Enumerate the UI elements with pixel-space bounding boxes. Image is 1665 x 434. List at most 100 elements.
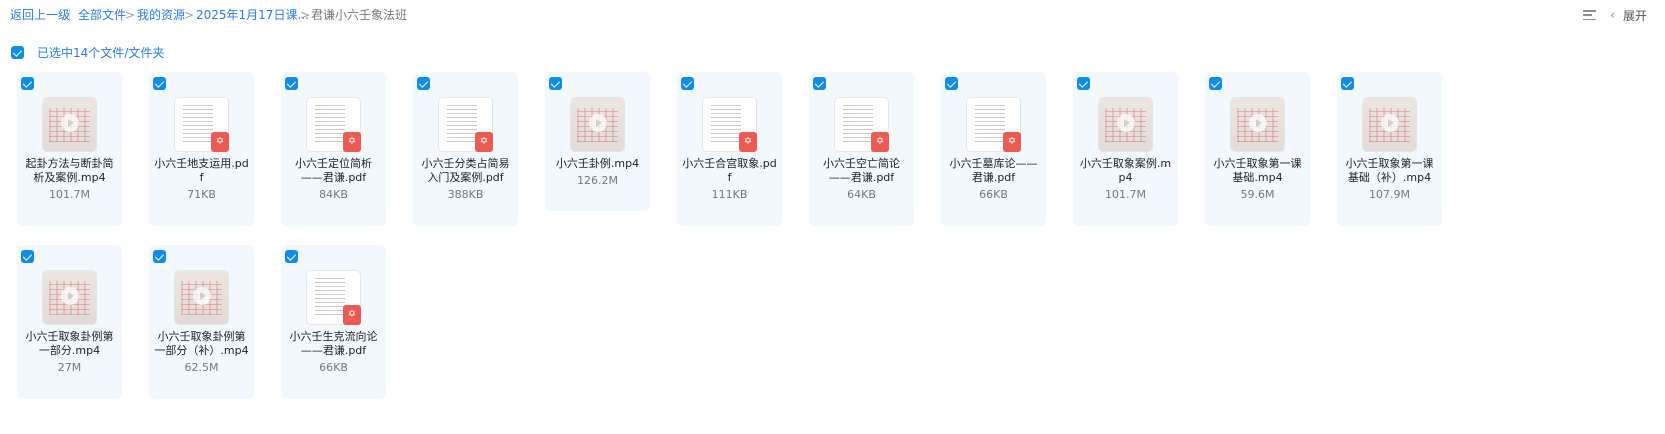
file-name: 小六壬定位简析——君谦.pdf: [295, 157, 372, 184]
file-checkbox[interactable]: [1209, 77, 1222, 90]
file-name: 小六壬空亡简论——君谦.pdf: [823, 157, 900, 184]
file-name: 小六壬取象卦例第一部分.mp4: [25, 330, 114, 357]
document-preview: [315, 278, 345, 318]
file-size: 64KB: [847, 188, 876, 201]
selection-count-label: 已选中14个文件/文件夹: [37, 46, 165, 60]
document-preview: [447, 105, 477, 145]
file-size: 59.6M: [1240, 188, 1275, 201]
file-checkbox[interactable]: [813, 77, 826, 90]
file-name: 起卦方法与断卦简析及案例.mp4: [25, 157, 114, 184]
play-icon: [61, 287, 79, 305]
file-name: 小六壬卦例.mp4: [555, 157, 640, 170]
file-size: 126.2M: [577, 174, 618, 187]
play-icon: [1117, 114, 1135, 132]
file-size: 66KB: [979, 188, 1008, 201]
file-checkbox[interactable]: [153, 77, 166, 90]
back-link[interactable]: 返回上一级: [10, 7, 70, 23]
video-thumbnail: [175, 271, 228, 324]
select-all-checkbox[interactable]: [11, 46, 24, 59]
file-size: 71KB: [187, 188, 216, 201]
play-icon: [1249, 114, 1267, 132]
file-checkbox[interactable]: [549, 77, 562, 90]
file-card[interactable]: 小六壬卦例.mp4 126.2M: [545, 72, 650, 211]
breadcrumb-bar: 返回上一级 全部文件 > 我的资源 > 2025年1月17日课... > 君谦小…: [0, 0, 1665, 30]
video-thumbnail: [43, 271, 96, 324]
chevron-left-icon[interactable]: ‹: [1610, 8, 1615, 22]
file-card[interactable]: ✡ 小六壬分类占简易入门及案例.pdf 388KB: [413, 72, 518, 226]
file-checkbox[interactable]: [945, 77, 958, 90]
play-icon: [61, 114, 79, 132]
pdf-icon: ✡: [475, 132, 493, 152]
file-card[interactable]: 小六壬取象卦例第一部分（补）.mp4 62.5M: [149, 245, 254, 399]
expand-button[interactable]: 展开: [1623, 7, 1647, 24]
divider: [69, 9, 70, 21]
document-preview: [975, 105, 1005, 145]
breadcrumb-separator: >: [125, 8, 136, 22]
pdf-icon: ✡: [1003, 132, 1021, 152]
file-card[interactable]: ✡ 小六壬定位简析——君谦.pdf 84KB: [281, 72, 386, 226]
document-preview: [711, 105, 741, 145]
file-card[interactable]: ✡ 小六壬地支运用.pdf 71KB: [149, 72, 254, 226]
file-card[interactable]: ✡ 小六壬合宫取象.pdf 111KB: [677, 72, 782, 226]
file-checkbox[interactable]: [21, 250, 34, 263]
file-size: 66KB: [319, 361, 348, 374]
file-checkbox[interactable]: [21, 77, 34, 90]
document-preview: [183, 105, 213, 145]
file-name: 小六壬取象第一课基础（补）.mp4: [1345, 157, 1434, 184]
file-name: 小六壬合宫取象.pdf: [682, 157, 777, 184]
file-checkbox[interactable]: [285, 77, 298, 90]
file-card[interactable]: 小六壬取象案例.mp4 101.7M: [1073, 72, 1178, 226]
pdf-icon: ✡: [871, 132, 889, 152]
document-preview: [843, 105, 873, 145]
pdf-icon: ✡: [739, 132, 757, 152]
file-size: 101.7M: [49, 188, 90, 201]
file-card[interactable]: ✡ 小六壬墓库论——君谦.pdf 66KB: [941, 72, 1046, 226]
file-size: 27M: [57, 361, 82, 374]
file-checkbox[interactable]: [285, 250, 298, 263]
file-card[interactable]: ✡ 小六壬空亡简论——君谦.pdf 64KB: [809, 72, 914, 226]
file-name: 小六壬分类占简易入门及案例.pdf: [421, 157, 510, 184]
pdf-icon: ✡: [343, 132, 361, 152]
select-all-row: 已选中14个文件/文件夹: [11, 44, 164, 61]
file-size: 388KB: [447, 188, 484, 201]
list-view-icon[interactable]: [1583, 10, 1597, 20]
file-card[interactable]: ✡ 小六壬生克流向论——君谦.pdf 66KB: [281, 245, 386, 399]
file-size: 101.7M: [1105, 188, 1146, 201]
file-card[interactable]: 小六壬取象第一课基础.mp4 59.6M: [1205, 72, 1310, 226]
file-name: 小六壬生克流向论——君谦.pdf: [289, 330, 378, 357]
file-size: 111KB: [711, 188, 748, 201]
pdf-icon: ✡: [343, 305, 361, 325]
breadcrumb-my-resources[interactable]: 我的资源: [137, 7, 185, 23]
file-name: 小六壬墓库论——君谦.pdf: [949, 157, 1038, 184]
file-size: 84KB: [319, 188, 348, 201]
play-icon: [1381, 114, 1399, 132]
file-size: 62.5M: [184, 361, 219, 374]
video-thumbnail: [571, 98, 624, 151]
breadcrumb-current: 君谦小六壬象法班: [311, 8, 408, 22]
document-preview: [315, 105, 345, 145]
video-thumbnail: [43, 98, 96, 151]
file-checkbox[interactable]: [153, 250, 166, 263]
file-checkbox[interactable]: [1077, 77, 1090, 90]
file-name: 小六壬取象案例.mp4: [1079, 157, 1172, 184]
file-checkbox[interactable]: [417, 77, 430, 90]
file-name: 小六壬地支运用.pdf: [154, 157, 249, 184]
breadcrumb-separator: >: [184, 8, 195, 22]
file-card[interactable]: 小六壬取象第一课基础（补）.mp4 107.9M: [1337, 72, 1442, 226]
file-card[interactable]: 小六壬取象卦例第一部分.mp4 27M: [17, 245, 122, 399]
video-thumbnail: [1099, 98, 1152, 151]
file-card[interactable]: 起卦方法与断卦简析及案例.mp4 101.7M: [17, 72, 122, 226]
file-name: 小六壬取象第一课基础.mp4: [1213, 157, 1302, 184]
file-size: 107.9M: [1369, 188, 1410, 201]
file-checkbox[interactable]: [1341, 77, 1354, 90]
breadcrumb-separator: >: [300, 8, 311, 22]
play-icon: [589, 114, 607, 132]
file-name: 小六壬取象卦例第一部分（补）.mp4: [154, 330, 249, 357]
file-checkbox[interactable]: [681, 77, 694, 90]
view-tools: ‹ 展开: [1583, 7, 1647, 23]
pdf-icon: ✡: [211, 132, 229, 152]
play-icon: [193, 287, 211, 305]
breadcrumb-course-folder[interactable]: 2025年1月17日课...: [196, 7, 309, 23]
breadcrumb-all-files[interactable]: 全部文件: [78, 7, 126, 23]
video-thumbnail: [1231, 98, 1284, 151]
